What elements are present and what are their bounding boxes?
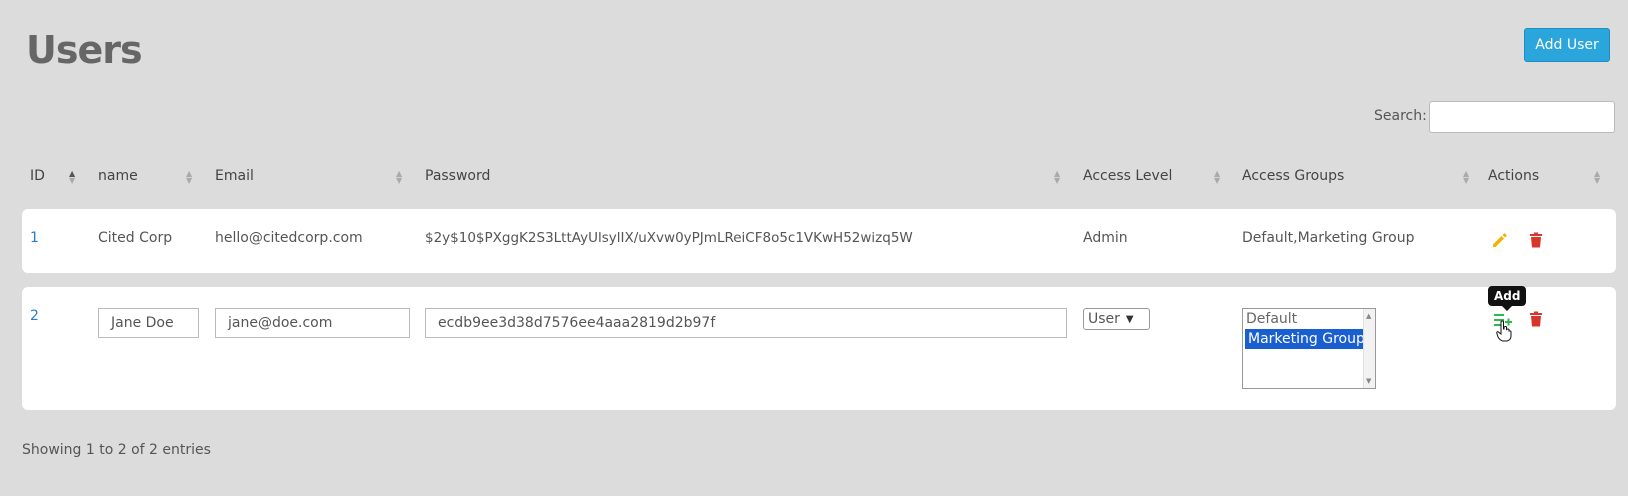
listbox-option-default[interactable]: Default: [1243, 309, 1375, 329]
page-title: Users: [26, 28, 143, 72]
scroll-down-arrow-icon[interactable]: ▼: [1366, 377, 1371, 385]
hand-cursor-icon: [1496, 320, 1512, 342]
add-tooltip: Add: [1488, 286, 1527, 311]
chevron-down-icon: ▼: [1125, 313, 1134, 325]
table-row: 2 Jane Doe jane@doe.com ecdb9ee3d38d7576…: [22, 287, 1616, 410]
sort-icon[interactable]: ▲ ▼: [1214, 170, 1220, 185]
access-level-select[interactable]: User ▼: [1083, 308, 1150, 330]
sort-icon[interactable]: ▲ ▼: [396, 170, 402, 185]
user-access-level: Admin: [1083, 230, 1128, 246]
email-field[interactable]: jane@doe.com: [215, 308, 410, 338]
sort-icon[interactable]: ▲ ▼: [1463, 170, 1469, 185]
listbox-scrollbar[interactable]: ▲ ▼: [1363, 309, 1375, 388]
column-header-id[interactable]: ID: [30, 168, 45, 184]
column-header-actions[interactable]: Actions: [1488, 168, 1539, 184]
table-row: 1 Cited Corp hello@citedcorp.com $2y$10$…: [22, 209, 1616, 273]
password-field[interactable]: ecdb9ee3d38d7576ee4aaa2819d2b97f: [425, 308, 1067, 338]
pencil-icon[interactable]: [1491, 231, 1509, 249]
add-user-button[interactable]: Add User: [1524, 28, 1610, 62]
sort-icon[interactable]: ▲ ▼: [1594, 170, 1600, 185]
sort-icon[interactable]: ▲ ▼: [186, 170, 192, 185]
trash-icon[interactable]: [1527, 310, 1545, 328]
user-password: $2y$10$PXggK2S3LttAyUlsylIX/uXvw0yPJmLRe…: [425, 230, 913, 246]
access-groups-listbox[interactable]: Default Marketing Group ▲ ▼: [1242, 308, 1376, 389]
column-header-name[interactable]: name: [98, 168, 138, 184]
name-field[interactable]: Jane Doe: [98, 308, 199, 338]
search-input[interactable]: [1429, 101, 1615, 133]
scroll-up-arrow-icon[interactable]: ▲: [1366, 312, 1371, 320]
user-name: Cited Corp: [98, 230, 173, 246]
column-header-access-level[interactable]: Access Level: [1083, 168, 1172, 184]
access-level-select-value: User: [1088, 311, 1120, 327]
column-header-email[interactable]: Email: [215, 168, 254, 184]
user-access-groups: Default,Marketing Group: [1242, 230, 1415, 246]
table-info: Showing 1 to 2 of 2 entries: [22, 442, 211, 458]
listbox-option-marketing-group[interactable]: Marketing Group: [1245, 329, 1368, 349]
sort-icon[interactable]: ▲ ▼: [69, 170, 75, 185]
column-header-access-groups[interactable]: Access Groups: [1242, 168, 1344, 184]
user-email: hello@citedcorp.com: [215, 230, 363, 246]
user-id-link[interactable]: 1: [30, 230, 39, 246]
sort-icon[interactable]: ▲ ▼: [1054, 170, 1060, 185]
trash-icon[interactable]: [1527, 231, 1545, 249]
search-label: Search:: [1374, 108, 1427, 124]
column-header-password[interactable]: Password: [425, 168, 490, 184]
user-id-link[interactable]: 2: [30, 308, 39, 324]
